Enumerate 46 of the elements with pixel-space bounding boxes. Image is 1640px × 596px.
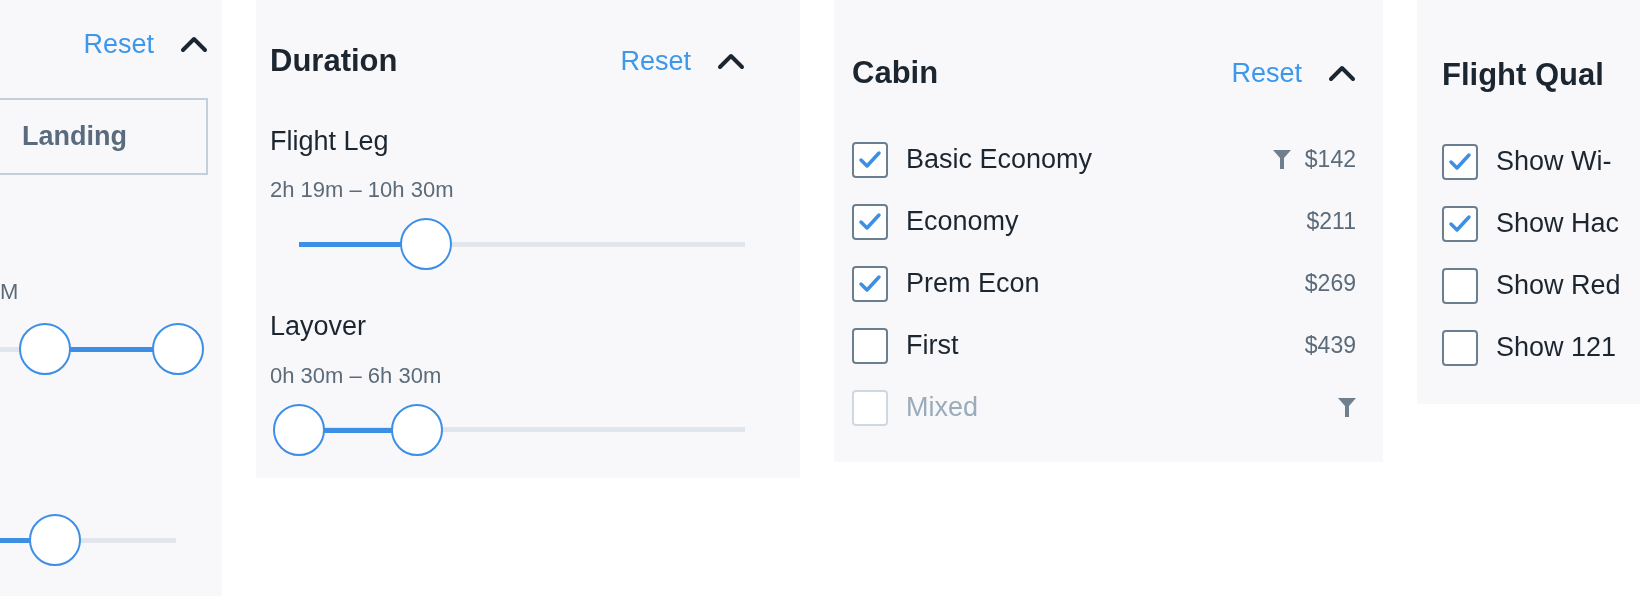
- slider-thumb[interactable]: [18, 323, 71, 375]
- checkmark-icon: [1448, 151, 1472, 172]
- panel-title: Cabin: [852, 54, 939, 92]
- checkmark-icon: [858, 211, 882, 232]
- slider-thumb[interactable]: [400, 218, 453, 270]
- reset-link[interactable]: Reset: [83, 23, 154, 65]
- reset-link[interactable]: Reset: [620, 41, 691, 82]
- option-label: Economy: [906, 205, 1019, 239]
- price-label: $142: [1304, 145, 1356, 175]
- slider-thumb[interactable]: [28, 514, 81, 566]
- chevron-up-icon[interactable]: [180, 35, 208, 53]
- slider-thumb[interactable]: [152, 323, 204, 375]
- price-label: $211: [1306, 207, 1356, 237]
- checkmark-icon: [858, 273, 882, 294]
- option-label: Show Hac: [1496, 207, 1620, 241]
- range-reading: 2h 19m – 10h 30m: [270, 176, 455, 204]
- option-label: Prem Econ: [906, 267, 1040, 301]
- option-label: Show 121: [1496, 331, 1617, 365]
- option-label: Basic Economy: [906, 143, 1093, 177]
- slider-label: Layover: [270, 310, 368, 343]
- option-label: First: [906, 329, 959, 363]
- chevron-up-icon[interactable]: [717, 52, 745, 71]
- landing-tab[interactable]: Landing: [0, 98, 208, 175]
- checkbox[interactable]: [1442, 205, 1478, 242]
- checkmark-icon: [858, 149, 882, 170]
- checkbox[interactable]: [852, 265, 888, 302]
- price-label: $269: [1304, 269, 1356, 299]
- panel-title: Duration: [270, 42, 398, 80]
- slider-thumb[interactable]: [273, 403, 325, 456]
- option-label: Show Wi-: [1496, 145, 1612, 179]
- panel-title: Flight Qual: [1442, 56, 1604, 94]
- checkbox[interactable]: [852, 141, 888, 178]
- option-label: Mixed: [906, 391, 979, 425]
- slider-label: Flight Leg: [270, 124, 390, 158]
- range-reading: 0h 30m – 6h 30m: [270, 361, 443, 390]
- reset-link[interactable]: Reset: [1231, 53, 1302, 94]
- chevron-up-icon[interactable]: [1328, 64, 1356, 83]
- checkbox[interactable]: [1442, 329, 1478, 366]
- checkmark-icon: [1448, 213, 1472, 234]
- checkbox[interactable]: [852, 327, 888, 364]
- checkbox[interactable]: [1442, 267, 1478, 304]
- checkbox[interactable]: [1442, 143, 1478, 180]
- option-label: Show Red: [1496, 269, 1621, 303]
- price-label: $439: [1304, 331, 1356, 361]
- checkbox[interactable]: [852, 203, 888, 240]
- time-reading: M: [0, 278, 20, 306]
